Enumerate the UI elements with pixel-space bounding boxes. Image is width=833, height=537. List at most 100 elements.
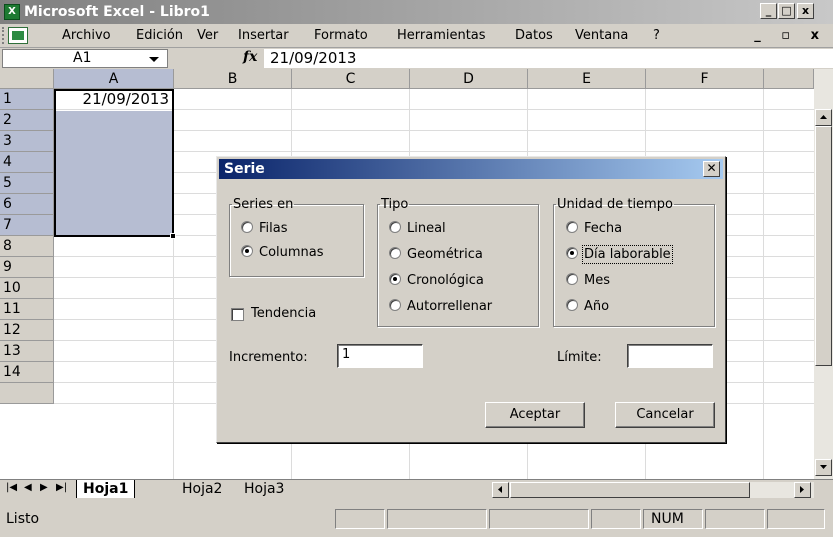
- sheet-tab-hoja3[interactable]: Hoja3: [240, 480, 288, 498]
- horizontal-scrollbar[interactable]: [492, 482, 814, 498]
- row-header-11[interactable]: 11: [0, 299, 54, 320]
- row-header-15[interactable]: [0, 383, 54, 404]
- row-header-5[interactable]: 5: [0, 173, 54, 194]
- radio-ano[interactable]: Año: [566, 299, 609, 314]
- maximize-button[interactable]: □: [778, 3, 795, 19]
- dialog-title-bar[interactable]: Serie ✕: [219, 159, 723, 179]
- selected-range[interactable]: [54, 89, 174, 237]
- horizontal-scroll-thumb[interactable]: [510, 482, 750, 498]
- workbook-window-controls[interactable]: _ ▫ x: [754, 28, 827, 43]
- series-in-group: Series en: [229, 197, 364, 277]
- formula-input[interactable]: 21/09/2013: [264, 49, 833, 68]
- trend-label: Tendencia: [251, 306, 317, 321]
- radio-circle[interactable]: [389, 273, 401, 285]
- row-header-8[interactable]: 8: [0, 236, 54, 257]
- radio-filas[interactable]: Filas: [241, 221, 288, 236]
- row-header-6[interactable]: 6: [0, 194, 54, 215]
- window-title: Microsoft Excel - Libro1: [24, 4, 210, 20]
- radio-circle[interactable]: [566, 273, 578, 285]
- ok-button[interactable]: Aceptar: [485, 402, 585, 428]
- radio-geometrica[interactable]: Geométrica: [389, 247, 483, 262]
- radio-mes-label: Mes: [584, 273, 610, 288]
- function-icon[interactable]: fx: [243, 49, 257, 65]
- radio-circle[interactable]: [566, 247, 578, 259]
- menu-help[interactable]: ?: [653, 28, 660, 44]
- scroll-right-arrow-icon[interactable]: [794, 482, 811, 498]
- column-header-f[interactable]: F: [646, 69, 764, 89]
- radio-lineal[interactable]: Lineal: [389, 221, 446, 236]
- close-button[interactable]: x: [797, 3, 814, 19]
- first-sheet-icon[interactable]: |◀: [6, 482, 17, 493]
- sheet-tab-bar: |◀ ◀ ▶ ▶| Hoja1 Hoja2 Hoja3: [0, 479, 833, 498]
- menu-herramientas[interactable]: Herramientas: [397, 28, 486, 44]
- scroll-up-arrow-icon[interactable]: [815, 109, 832, 126]
- increment-input[interactable]: 1: [337, 344, 423, 368]
- menu-ver[interactable]: Ver: [197, 28, 218, 44]
- series-in-legend: Series en: [233, 197, 294, 212]
- row-header-3[interactable]: 3: [0, 131, 54, 152]
- sheet-tab-hoja1[interactable]: Hoja1: [76, 480, 136, 498]
- column-header-b[interactable]: B: [174, 69, 292, 89]
- radio-circle[interactable]: [241, 221, 253, 233]
- last-sheet-icon[interactable]: ▶|: [56, 482, 67, 493]
- row-header-1[interactable]: 1: [0, 89, 54, 110]
- radio-circle[interactable]: [566, 221, 578, 233]
- radio-circle[interactable]: [389, 221, 401, 233]
- row-header-7[interactable]: 7: [0, 215, 54, 236]
- cell-a1[interactable]: 21/09/2013: [55, 89, 173, 109]
- vertical-scrollbar[interactable]: [814, 69, 833, 479]
- menu-archivo[interactable]: Archivo: [62, 28, 111, 44]
- scroll-left-arrow-icon[interactable]: [492, 482, 509, 498]
- menu-formato[interactable]: Formato: [314, 28, 368, 44]
- scroll-down-arrow-icon[interactable]: [815, 459, 832, 476]
- row-header-14[interactable]: 14: [0, 362, 54, 383]
- radio-columnas[interactable]: Columnas: [241, 245, 324, 260]
- radio-autorrellenar[interactable]: Autorrellenar: [389, 299, 492, 314]
- column-header-d[interactable]: D: [410, 69, 528, 89]
- limit-label: Límite:: [557, 350, 602, 365]
- workbook-icon[interactable]: [8, 27, 28, 44]
- chevron-down-icon[interactable]: [149, 57, 159, 62]
- radio-fecha-label: Fecha: [584, 221, 623, 236]
- radio-filas-label: Filas: [259, 221, 288, 236]
- row-header-13[interactable]: 13: [0, 341, 54, 362]
- limit-input[interactable]: [627, 344, 713, 368]
- column-header-e[interactable]: E: [528, 69, 646, 89]
- radio-circle[interactable]: [389, 299, 401, 311]
- excel-icon[interactable]: X: [4, 4, 20, 20]
- menu-edicion[interactable]: Edición: [136, 28, 183, 44]
- menu-datos[interactable]: Datos: [515, 28, 553, 44]
- radio-autorrellenar-label: Autorrellenar: [407, 299, 493, 314]
- minimize-button[interactable]: _: [760, 3, 777, 19]
- column-header-a[interactable]: A: [54, 69, 174, 89]
- trend-checkbox[interactable]: [231, 308, 244, 321]
- toolbar-grip[interactable]: [2, 27, 6, 44]
- radio-cronologica[interactable]: Cronológica: [389, 273, 484, 288]
- radio-circle[interactable]: [389, 247, 401, 259]
- radio-circle[interactable]: [241, 245, 253, 257]
- row-header-12[interactable]: 12: [0, 320, 54, 341]
- status-panel: [591, 509, 641, 529]
- radio-mes[interactable]: Mes: [566, 273, 610, 288]
- radio-circle[interactable]: [566, 299, 578, 311]
- row-header-9[interactable]: 9: [0, 257, 54, 278]
- row-header-4[interactable]: 4: [0, 152, 54, 173]
- radio-dia-laborable[interactable]: Día laborable: [566, 245, 673, 264]
- fill-handle[interactable]: [170, 233, 176, 239]
- name-box[interactable]: A1: [2, 49, 168, 68]
- next-sheet-icon[interactable]: ▶: [40, 482, 48, 493]
- cancel-button[interactable]: Cancelar: [615, 402, 715, 428]
- row-header-2[interactable]: 2: [0, 110, 54, 131]
- menu-ventana[interactable]: Ventana: [575, 28, 628, 44]
- column-header-g[interactable]: [764, 69, 814, 89]
- column-header-c[interactable]: C: [292, 69, 410, 89]
- radio-ano-label: Año: [584, 299, 610, 314]
- row-header-10[interactable]: 10: [0, 278, 54, 299]
- vertical-scroll-thumb[interactable]: [815, 126, 832, 366]
- radio-fecha[interactable]: Fecha: [566, 221, 622, 236]
- select-all-corner[interactable]: [0, 69, 54, 89]
- close-icon[interactable]: ✕: [703, 161, 720, 177]
- menu-insertar[interactable]: Insertar: [238, 28, 289, 44]
- sheet-tab-hoja2[interactable]: Hoja2: [178, 480, 226, 498]
- prev-sheet-icon[interactable]: ◀: [24, 482, 32, 493]
